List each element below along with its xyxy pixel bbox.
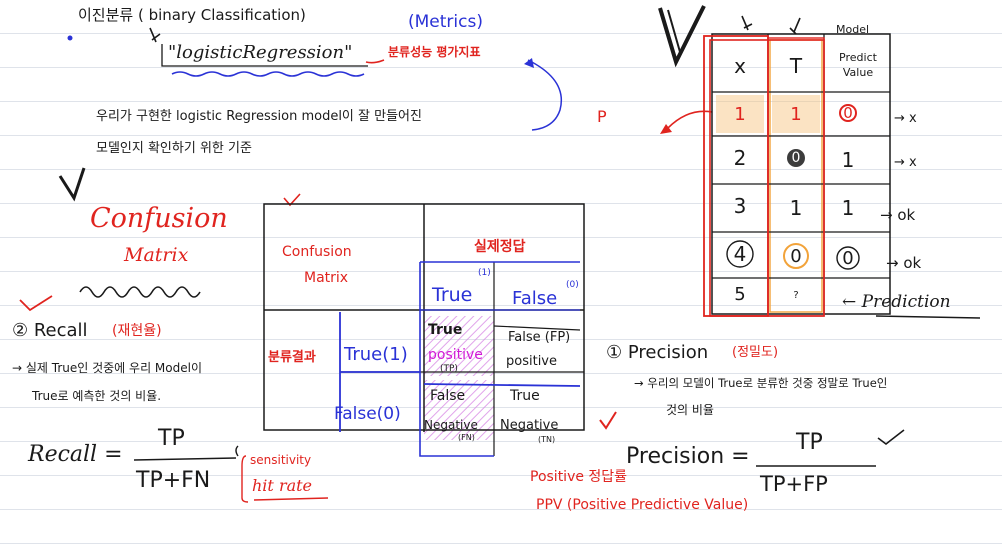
table-header-x: x	[734, 54, 746, 78]
table-row-4-t: 0	[790, 246, 802, 267]
table-row-5-x: 5	[734, 284, 746, 305]
table-row-3-t: 1	[789, 196, 803, 220]
table-grid	[703, 33, 981, 319]
table-row-3-x: 3	[733, 194, 747, 218]
model-label: Model	[836, 23, 870, 36]
table-header-t: T	[789, 54, 803, 78]
table-row-4-result: → ok	[886, 254, 922, 272]
table-row-1-x: 1	[734, 104, 746, 125]
prediction-label: ← Prediction	[842, 292, 951, 312]
table-row-2-x: 2	[733, 146, 747, 170]
table-row-1-predict: 0	[843, 104, 853, 122]
table-row-4-x: 4	[733, 242, 747, 266]
table-row-3-result: → ok	[880, 206, 916, 224]
table-header-predict: Predict Value	[839, 51, 877, 80]
table-row-5-t: ?	[793, 290, 799, 301]
table-row-1-t: 1	[790, 104, 802, 125]
table-row-2-t: 0	[791, 150, 801, 166]
table-row-1-result: → x	[894, 111, 917, 126]
table-row-2-result: → x	[894, 155, 917, 170]
table-row-2-predict: 1	[841, 148, 855, 172]
table-row-4-predict: 0	[842, 248, 854, 269]
table-row-3-predict: 1	[841, 196, 855, 220]
